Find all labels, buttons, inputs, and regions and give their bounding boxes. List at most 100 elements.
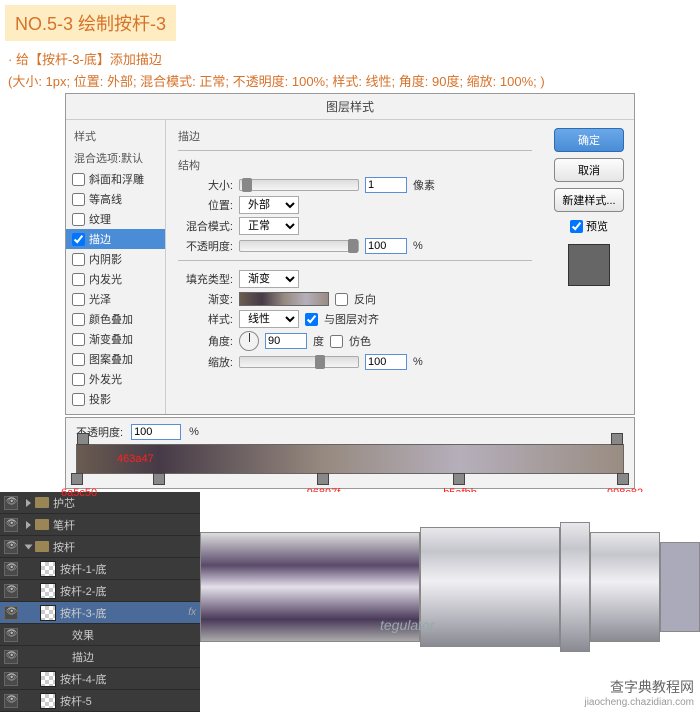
disclosure-triangle-icon[interactable] (26, 521, 31, 529)
layer-label: 按杆-5 (60, 693, 92, 709)
style-checkbox[interactable] (72, 313, 85, 326)
layer-row[interactable]: 按杆-1-底 (0, 558, 200, 580)
visibility-eye-icon[interactable] (4, 496, 18, 510)
color-stop[interactable]: 6a5c50 (71, 473, 83, 487)
blend-label: 混合模式: (178, 218, 233, 234)
layer-row[interactable]: 按杆-4-底 (0, 668, 200, 690)
dither-label: 仿色 (349, 333, 371, 349)
scale-slider[interactable] (239, 356, 359, 368)
layer-row[interactable]: 按杆 (0, 536, 200, 558)
color-stop[interactable]: 998c82 (617, 473, 629, 487)
style-checkbox[interactable] (72, 353, 85, 366)
style-item[interactable]: 投影 (66, 389, 165, 409)
layer-row[interactable]: 笔杆 (0, 514, 200, 536)
visibility-eye-icon[interactable] (4, 650, 18, 664)
preview-checkbox[interactable] (570, 220, 583, 233)
style-checkbox[interactable] (72, 253, 85, 266)
opacity-label: 不透明度: (178, 238, 233, 254)
style-checkbox[interactable] (72, 273, 85, 286)
visibility-eye-icon[interactable] (4, 606, 18, 620)
gradient-bar[interactable]: 463a47 6a5c5096897fb5afbb998c82 (76, 444, 624, 474)
disclosure-triangle-icon[interactable] (26, 499, 31, 507)
layer-row[interactable]: 按杆-5 (0, 690, 200, 712)
size-input[interactable] (365, 177, 407, 193)
style-item[interactable]: 斜面和浮雕 (66, 169, 165, 189)
angle-input[interactable] (265, 333, 307, 349)
visibility-eye-icon[interactable] (4, 562, 18, 576)
fill-type-select[interactable]: 渐变 (239, 270, 299, 288)
stop-inner-label: 463a47 (117, 453, 154, 465)
visibility-eye-icon[interactable] (4, 672, 18, 686)
ok-button[interactable]: 确定 (554, 128, 624, 152)
style-item[interactable]: 描边 (66, 229, 165, 249)
scale-input[interactable] (365, 354, 407, 370)
visibility-eye-icon[interactable] (4, 540, 18, 554)
gradient-label: 渐变: (178, 291, 233, 307)
style-item[interactable]: 内发光 (66, 269, 165, 289)
style-checkbox[interactable] (72, 333, 85, 346)
layer-thumb (40, 561, 56, 577)
reverse-checkbox[interactable] (335, 293, 348, 306)
layer-row[interactable]: 按杆-3-底 fx (0, 602, 200, 624)
blend-select[interactable]: 正常 (239, 217, 299, 235)
disclosure-triangle-icon[interactable] (25, 544, 33, 549)
style-label: 描边 (89, 231, 111, 247)
visibility-eye-icon[interactable] (4, 628, 18, 642)
color-stop[interactable] (153, 473, 165, 487)
style-item[interactable]: 外发光 (66, 369, 165, 389)
angle-dial[interactable] (239, 331, 259, 351)
style-item[interactable]: 光泽 (66, 289, 165, 309)
style-item[interactable]: 内阴影 (66, 249, 165, 269)
struct-title: 结构 (178, 157, 532, 173)
grad-opacity-input[interactable] (131, 424, 181, 440)
folder-icon (35, 519, 49, 530)
layer-thumb (40, 583, 56, 599)
new-style-button[interactable]: 新建样式... (554, 188, 624, 212)
style-select[interactable]: 线性 (239, 310, 299, 328)
layer-row[interactable]: 描边 (0, 646, 200, 668)
visibility-eye-icon[interactable] (4, 584, 18, 598)
dither-checkbox[interactable] (330, 335, 343, 348)
style-item[interactable]: 颜色叠加 (66, 309, 165, 329)
blend-header[interactable]: 混合选项:默认 (66, 147, 165, 169)
fx-badge[interactable]: fx (188, 607, 196, 618)
color-stop[interactable]: 96897f (317, 473, 329, 487)
opacity-stop[interactable] (611, 433, 623, 445)
folder-icon (35, 541, 49, 552)
opacity-stop[interactable] (77, 433, 89, 445)
style-checkbox[interactable] (72, 233, 85, 246)
stroke-title: 描边 (178, 128, 532, 144)
watermark: 查字典教程网 jiaocheng.chazidian.com (584, 677, 694, 708)
style-checkbox[interactable] (72, 293, 85, 306)
opacity-slider[interactable] (239, 240, 359, 252)
cancel-button[interactable]: 取消 (554, 158, 624, 182)
style-checkbox[interactable] (72, 193, 85, 206)
position-select[interactable]: 外部 (239, 196, 299, 214)
align-checkbox[interactable] (305, 313, 318, 326)
styles-header: 样式 (66, 125, 165, 147)
gradient-preview[interactable] (239, 292, 329, 306)
layer-thumb (40, 693, 56, 709)
layer-label: 按杆-1-底 (60, 561, 106, 577)
gradient-editor: 不透明度: % 463a47 6a5c5096897fb5afbb998c82 (65, 417, 635, 489)
size-slider[interactable] (239, 179, 359, 191)
layer-label: 按杆-3-底 (60, 605, 106, 621)
style-item[interactable]: 纹理 (66, 209, 165, 229)
visibility-eye-icon[interactable] (4, 694, 18, 708)
layer-label: 按杆 (53, 539, 75, 555)
layer-row[interactable]: 护芯 (0, 492, 200, 514)
folder-icon (35, 497, 49, 508)
style-checkbox[interactable] (72, 393, 85, 406)
opacity-input[interactable] (365, 238, 407, 254)
style-item[interactable]: 图案叠加 (66, 349, 165, 369)
color-stop[interactable]: b5afbb (453, 473, 465, 487)
style-checkbox[interactable] (72, 373, 85, 386)
visibility-eye-icon[interactable] (4, 518, 18, 532)
style-item[interactable]: 等高线 (66, 189, 165, 209)
style-checkbox[interactable] (72, 173, 85, 186)
style-item[interactable]: 渐变叠加 (66, 329, 165, 349)
layer-label: 按杆-4-底 (60, 671, 106, 687)
layer-row[interactable]: 按杆-2-底 (0, 580, 200, 602)
style-checkbox[interactable] (72, 213, 85, 226)
layer-row[interactable]: 效果 (0, 624, 200, 646)
